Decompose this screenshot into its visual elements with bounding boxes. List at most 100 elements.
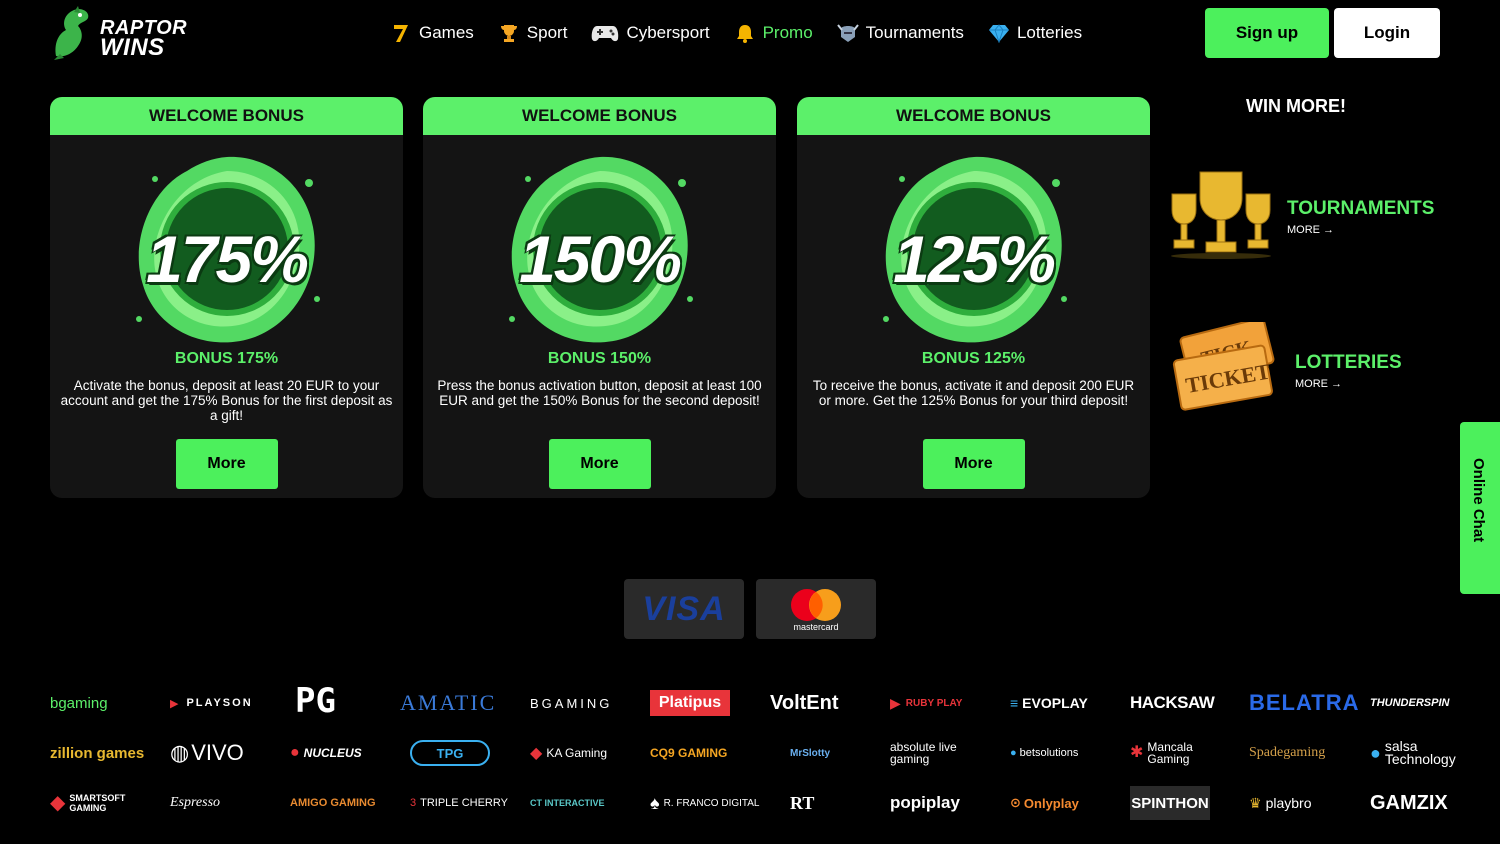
header: RAPTOR WINS Games Sport Cybersport Promo… bbox=[0, 0, 1500, 66]
provider-logo[interactable]: VoltEnt bbox=[770, 686, 870, 720]
provider-logo[interactable]: ≡ EVOPLAY bbox=[1010, 686, 1110, 720]
win-more-title: WIN MORE! bbox=[1246, 96, 1346, 116]
helmet-icon bbox=[836, 22, 859, 44]
bonus-badge: 175% bbox=[127, 149, 327, 349]
provider-logo[interactable]: SPINTHON bbox=[1130, 786, 1210, 820]
provider-name: KA Gaming bbox=[546, 746, 608, 760]
provider-logo[interactable]: ⊙ Onlyplay bbox=[1010, 786, 1110, 820]
login-button[interactable]: Login bbox=[1334, 8, 1440, 58]
bonus-card-150: WELCOME BONUS 150% BONUS 150% Press the … bbox=[423, 97, 776, 498]
mancala-icon: ✱ bbox=[1130, 744, 1144, 761]
bonus-badge: 125% bbox=[874, 149, 1074, 349]
provider-name: Mancala Gaming bbox=[1147, 740, 1193, 766]
provider-name: AMATIC bbox=[400, 690, 497, 715]
provider-name: absolute live gaming bbox=[890, 740, 957, 766]
nav-lotteries[interactable]: Lotteries bbox=[988, 18, 1082, 48]
provider-logo[interactable]: ◆ KA Gaming bbox=[530, 736, 630, 770]
provider-logo[interactable]: ◍ VIVO bbox=[170, 736, 270, 770]
raptor-mascot-icon bbox=[54, 6, 89, 60]
bonus-card-125: WELCOME BONUS 125% BONUS 125% To receive… bbox=[797, 97, 1150, 498]
nav-sport[interactable]: Sport bbox=[498, 18, 567, 48]
lotteries-link[interactable]: LOTTERIES MORE → bbox=[1295, 352, 1402, 390]
bonus-more-button[interactable]: More bbox=[548, 439, 651, 489]
provider-logo[interactable]: HACKSAW bbox=[1130, 686, 1230, 720]
provider-name: Onlyplay bbox=[1023, 795, 1079, 811]
provider-logo[interactable]: ◆ SMARTSOFT GAMING bbox=[50, 786, 140, 820]
provider-logo[interactable]: zillion games bbox=[50, 736, 150, 770]
bonus-card-header: WELCOME BONUS bbox=[50, 97, 403, 135]
mastercard-icon bbox=[791, 589, 841, 621]
provider-logo[interactable]: ▶ PLAYSON bbox=[170, 686, 270, 720]
provider-logo[interactable]: RT bbox=[790, 786, 890, 820]
provider-name: playbro bbox=[1265, 795, 1312, 811]
provider-name: zillion games bbox=[50, 744, 145, 762]
nav-games[interactable]: Games bbox=[390, 18, 474, 48]
online-chat-button[interactable]: Online Chat bbox=[1460, 422, 1500, 594]
nav-cybersport[interactable]: Cybersport bbox=[591, 18, 710, 48]
provider-logo[interactable]: ● betsolutions bbox=[1010, 736, 1110, 770]
provider-logo[interactable]: ▶ RUBY PLAY bbox=[890, 686, 990, 720]
provider-name: Spadegaming bbox=[1249, 745, 1326, 760]
provider-logo[interactable]: AMATIC bbox=[400, 686, 500, 720]
provider-logo[interactable]: CT INTERACTIVE bbox=[530, 786, 630, 820]
provider-logo[interactable]: CQ9 GAMING bbox=[650, 736, 750, 770]
online-chat-label: Online Chat bbox=[1470, 458, 1487, 543]
provider-name: VIVO bbox=[191, 740, 244, 765]
provider-logo[interactable]: Espresso bbox=[170, 786, 270, 820]
provider-logo[interactable]: BELATRA bbox=[1249, 686, 1358, 720]
bonus-card-175: WELCOME BONUS 175% BONUS 175% Activate t… bbox=[50, 97, 403, 498]
provider-logo[interactable]: Spadegaming bbox=[1249, 736, 1349, 770]
provider-name: VoltEnt bbox=[770, 691, 839, 714]
bell-icon bbox=[734, 22, 756, 44]
nav-games-label: Games bbox=[419, 23, 474, 42]
provider-logo[interactable]: Platipus bbox=[650, 690, 730, 716]
provider-logo[interactable]: BGAMING bbox=[530, 686, 630, 720]
provider-name: SMARTSOFT GAMING bbox=[69, 793, 126, 813]
logo-line-2: WINS bbox=[100, 34, 165, 61]
provider-logo[interactable]: ● salsa Technology bbox=[1370, 736, 1460, 770]
onlyplay-icon: ⊙ bbox=[1010, 795, 1021, 810]
provider-name: THUNDERSPIN bbox=[1370, 697, 1450, 709]
provider-name: TPG bbox=[436, 745, 464, 761]
provider-logo[interactable]: GAMZIX bbox=[1370, 786, 1470, 820]
tournaments-title: TOURNAMENTS bbox=[1287, 198, 1435, 219]
provider-logo[interactable]: bgaming bbox=[50, 686, 150, 720]
provider-name: CT INTERACTIVE bbox=[530, 798, 605, 808]
nav-promo[interactable]: Promo bbox=[734, 18, 813, 48]
nav-tournaments[interactable]: Tournaments bbox=[836, 18, 964, 48]
provider-logo[interactable]: 3 TRIPLE CHERRY bbox=[410, 786, 510, 820]
raptor-wins-logo[interactable]: RAPTOR WINS bbox=[48, 4, 188, 62]
diamond-icon bbox=[988, 22, 1010, 44]
provider-logo[interactable]: ● NUCLEUS bbox=[290, 736, 390, 770]
provider-logo[interactable]: PG bbox=[295, 678, 395, 724]
ka-icon: ◆ bbox=[530, 745, 543, 762]
signup-button[interactable]: Sign up bbox=[1205, 8, 1329, 58]
provider-logo[interactable]: ✱ Mancala Gaming bbox=[1130, 736, 1220, 770]
lotteries-more-link[interactable]: MORE → bbox=[1295, 378, 1402, 390]
provider-logo[interactable]: MrSlotty bbox=[790, 736, 890, 770]
tournaments-link[interactable]: TOURNAMENTS MORE → bbox=[1287, 198, 1434, 236]
mastercard-label: mastercard bbox=[793, 622, 839, 632]
provider-logo[interactable]: ♠ R. FRANCO DIGITAL bbox=[650, 786, 760, 820]
visa-label: VISA bbox=[642, 589, 726, 628]
gamepad-icon bbox=[591, 22, 619, 44]
nav-tournaments-label: Tournaments bbox=[865, 23, 964, 42]
provider-name: CQ9 GAMING bbox=[650, 746, 728, 760]
provider-name: NUCLEUS bbox=[303, 746, 362, 760]
provider-logo[interactable]: TPG bbox=[410, 740, 490, 766]
provider-logo[interactable]: THUNDERSPIN bbox=[1370, 686, 1470, 720]
provider-name: AMIGO GAMING bbox=[290, 797, 376, 809]
bonus-percent: 125% bbox=[893, 222, 1056, 296]
provider-logo[interactable]: absolute live gaming bbox=[890, 736, 980, 770]
bonus-more-button[interactable]: More bbox=[175, 439, 278, 489]
bonus-card-header: WELCOME BONUS bbox=[423, 97, 776, 135]
tournaments-more-link[interactable]: MORE → bbox=[1287, 224, 1434, 236]
provider-logo[interactable]: AMIGO GAMING bbox=[290, 786, 390, 820]
bonus-description: To receive the bonus, activate it and de… bbox=[812, 378, 1135, 408]
provider-logo[interactable]: ♛ playbro bbox=[1249, 786, 1349, 820]
bonus-more-button[interactable]: More bbox=[922, 439, 1025, 489]
provider-name: PLAYSON bbox=[186, 697, 253, 709]
ticket-icon: TICK TICKET bbox=[1172, 322, 1275, 411]
provider-logo[interactable]: popiplay bbox=[890, 786, 990, 820]
provider-name: TRIPLE CHERRY bbox=[420, 797, 508, 809]
